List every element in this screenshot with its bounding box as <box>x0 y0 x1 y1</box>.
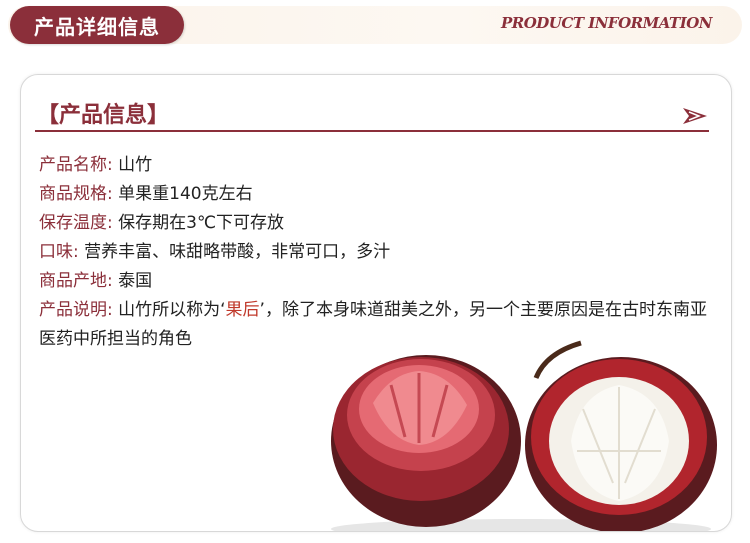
origin-value: 泰国 <box>118 271 153 291</box>
taste-label: 口味: <box>39 242 79 262</box>
desc-highlight: 果后 <box>225 300 260 320</box>
desc-label: 产品说明: <box>39 300 113 320</box>
product-info-card: 【产品信息】 产品名称: 山竹 商品规格: 单果重140克左右 保存温度: 保存… <box>20 74 732 532</box>
origin-label: 商品产地: <box>39 271 113 291</box>
arrow-right-icon <box>683 108 707 128</box>
section-divider <box>35 130 709 132</box>
page-title: 产品详细信息 <box>10 6 184 44</box>
desc-prefix: 山竹所以称为‘ <box>118 300 226 320</box>
spec-label: 商品规格: <box>39 184 113 204</box>
info-row-origin: 商品产地: 泰国 <box>39 267 709 296</box>
spec-value: 单果重140克左右 <box>118 184 253 204</box>
info-row-storage: 保存温度: 保存期在3℃下可存放 <box>39 209 709 238</box>
name-value: 山竹 <box>118 155 153 175</box>
storage-value: 保存期在3℃下可存放 <box>118 213 285 233</box>
product-info-list: 产品名称: 山竹 商品规格: 单果重140克左右 保存温度: 保存期在3℃下可存… <box>39 151 709 354</box>
storage-label: 保存温度: <box>39 213 113 233</box>
info-row-taste: 口味: 营养丰富、味甜略带酸，非常可口，多汁 <box>39 238 709 267</box>
section-title: 【产品信息】 <box>37 103 170 128</box>
info-row-name: 产品名称: 山竹 <box>39 151 709 180</box>
page-subtitle-en: PRODUCT INFORMATION <box>500 14 713 32</box>
taste-value: 营养丰富、味甜略带酸，非常可口，多汁 <box>84 242 391 262</box>
info-row-spec: 商品规格: 单果重140克左右 <box>39 180 709 209</box>
mangosteen-image <box>321 333 721 531</box>
name-label: 产品名称: <box>39 155 113 175</box>
